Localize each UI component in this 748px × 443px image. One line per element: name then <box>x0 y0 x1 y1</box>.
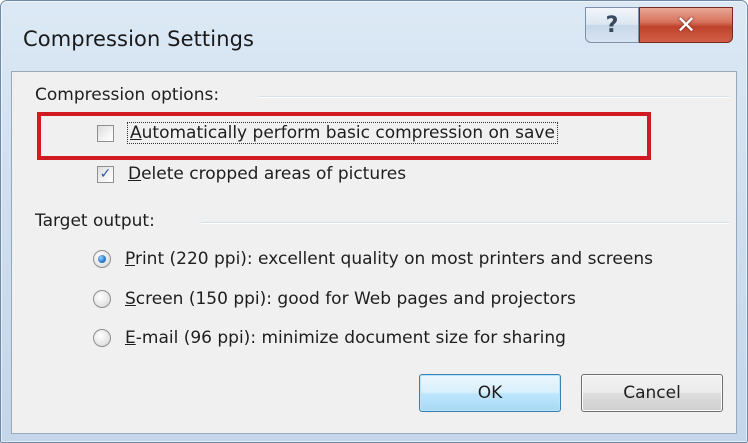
accelerator-p: P <box>125 249 135 269</box>
cancel-button[interactable]: Cancel <box>581 374 723 412</box>
close-button[interactable]: ✕ <box>639 7 733 43</box>
print-label[interactable]: Print (220 ppi): excellent quality on mo… <box>125 249 653 269</box>
print-option[interactable]: Print (220 ppi): excellent quality on mo… <box>93 249 653 269</box>
compression-options-header: Compression options: <box>35 85 220 105</box>
checkmark-icon: ✓ <box>99 166 112 182</box>
email-radio[interactable] <box>93 329 111 347</box>
screen-option[interactable]: Screen (150 ppi): good for Web pages and… <box>93 289 576 309</box>
question-mark-icon: ? <box>605 12 619 38</box>
delete-cropped-checkbox[interactable]: ✓ <box>97 165 114 183</box>
help-button[interactable]: ? <box>585 7 639 43</box>
accelerator-d: D <box>128 164 142 184</box>
dialog-title: Compression Settings <box>23 27 255 51</box>
highlight-annotation-box <box>37 112 651 160</box>
email-option[interactable]: E-mail (96 ppi): minimize document size … <box>93 328 566 348</box>
delete-cropped-label[interactable]: Delete cropped areas of pictures <box>128 164 406 184</box>
compression-settings-dialog: Compression Settings ? ✕ Compression opt… <box>0 0 748 443</box>
email-label[interactable]: E-mail (96 ppi): minimize document size … <box>125 328 566 348</box>
close-x-icon: ✕ <box>675 11 697 39</box>
compression-options-divider <box>259 96 729 98</box>
title-bar[interactable]: Compression Settings ? ✕ <box>1 1 747 71</box>
accelerator-e: E <box>125 328 136 348</box>
target-output-divider <box>201 222 729 224</box>
ok-button[interactable]: OK <box>419 374 561 412</box>
accelerator-s: S <box>125 289 136 309</box>
target-output-header: Target output: <box>35 211 155 231</box>
print-radio[interactable] <box>93 250 111 268</box>
delete-cropped-option[interactable]: ✓ Delete cropped areas of pictures <box>97 164 406 184</box>
screen-label[interactable]: Screen (150 ppi): good for Web pages and… <box>125 289 576 309</box>
screen-radio[interactable] <box>93 290 111 308</box>
